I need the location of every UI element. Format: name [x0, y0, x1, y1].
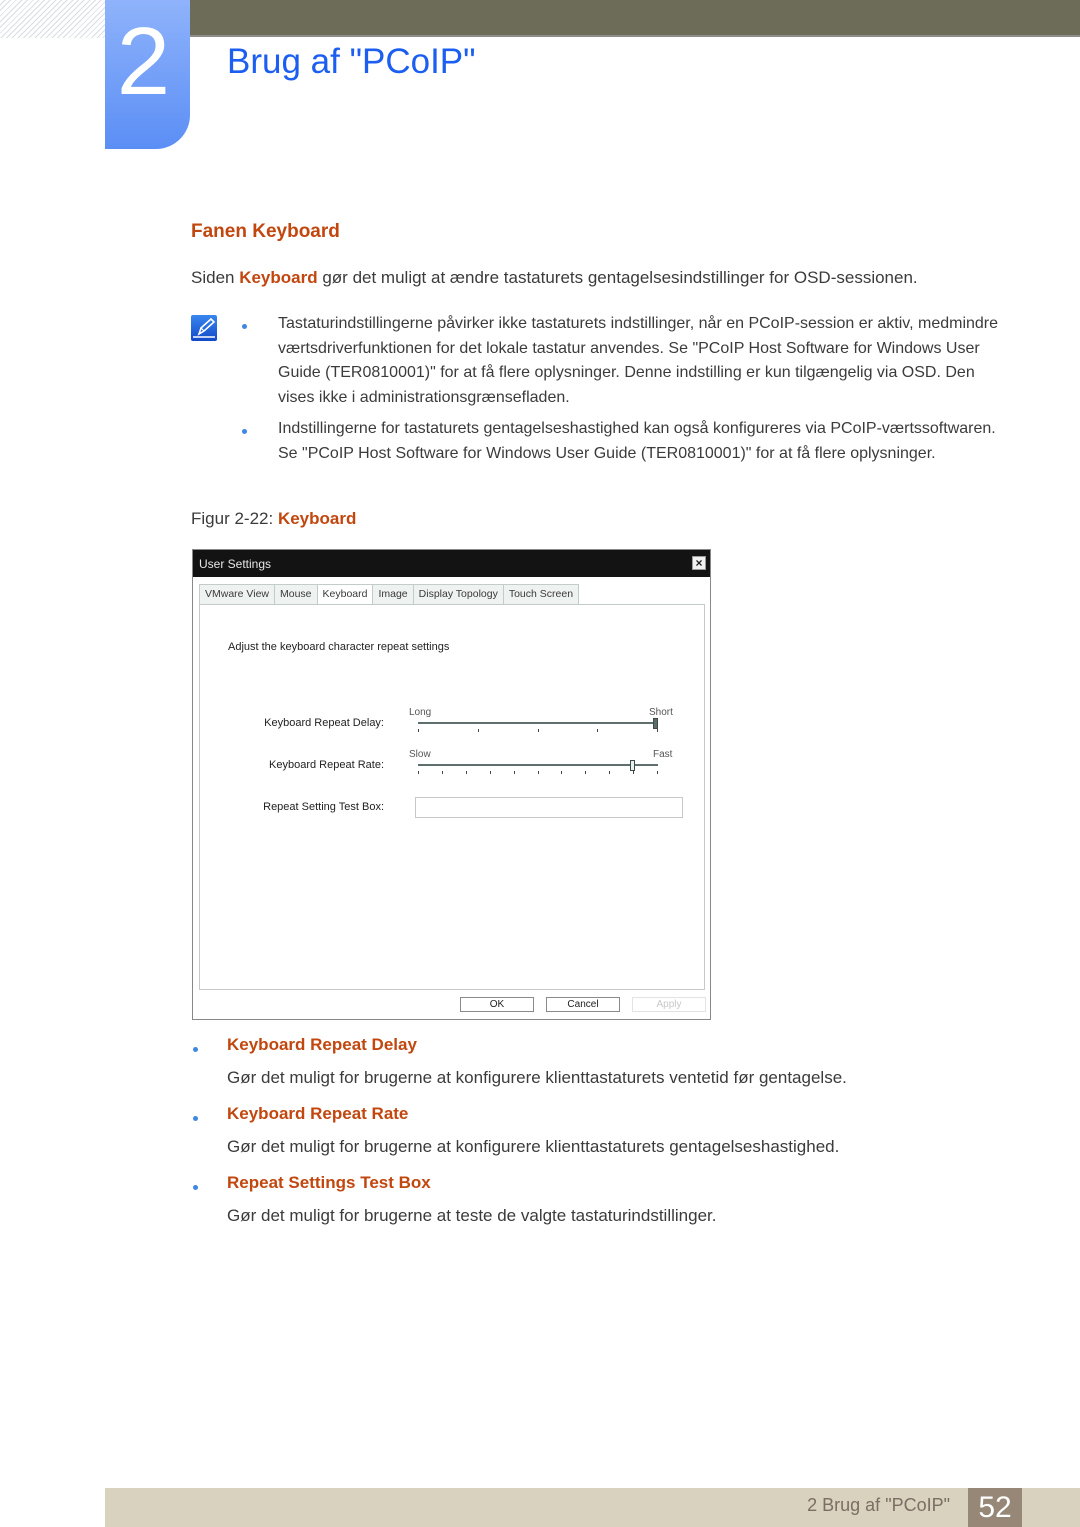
delay-slider-tick: [657, 729, 658, 732]
rate-slider-tick: [561, 771, 562, 774]
rate-slider-tick: [633, 771, 634, 774]
delay-slider-tick: [478, 729, 479, 732]
description-title: Keyboard Repeat Rate: [227, 1104, 409, 1123]
delay-slider[interactable]: [418, 718, 658, 738]
note-bullet: [242, 324, 247, 329]
panel-heading: Adjust the keyboard character repeat set…: [228, 641, 450, 653]
test-box-label: Repeat Setting Test Box:: [263, 801, 384, 813]
chapter-number: 2: [116, 8, 171, 115]
rate-label: Keyboard Repeat Rate:: [269, 759, 384, 771]
rate-slider-tick: [585, 771, 586, 774]
description-bullet: [193, 1047, 198, 1052]
header-bar: [190, 0, 1080, 37]
rate-slider-tick: [514, 771, 515, 774]
intro-highlight: Keyboard: [239, 268, 318, 287]
ok-button[interactable]: OK: [460, 997, 534, 1012]
footer-chapter-label: 2 Brug af "PCoIP": [807, 1495, 950, 1515]
rate-slider-tick: [657, 771, 658, 774]
description-text: Gør det muligt for brugerne at konfigure…: [227, 1068, 847, 1087]
section-heading: Fanen Keyboard: [191, 221, 340, 242]
figure-caption-prefix: Figur 2-22:: [191, 509, 278, 528]
delay-slider-track[interactable]: [418, 722, 658, 724]
keyboard-panel: Adjust the keyboard character repeat set…: [199, 604, 705, 990]
delay-max-label: Short: [649, 707, 673, 718]
description-title: Keyboard Repeat Delay: [227, 1035, 417, 1054]
delay-slider-tick: [418, 729, 419, 732]
tab-touch-screen[interactable]: Touch Screen: [502, 584, 580, 605]
description-text: Gør det muligt for brugerne at teste de …: [227, 1206, 717, 1225]
description-bullet: [193, 1185, 198, 1190]
description-bullet: [193, 1116, 198, 1121]
note-item: Tastaturindstillingerne påvirker ikke ta…: [278, 315, 999, 406]
note-item: Indstillingerne for tastaturets gentagel…: [278, 420, 996, 462]
chapter-tab: 2: [105, 0, 190, 149]
tab-vmware-view[interactable]: VMware View: [199, 584, 274, 605]
dialog-tabs: VMware View Mouse Keyboard Image Display…: [199, 584, 580, 605]
delay-slider-tick: [538, 729, 539, 732]
figure-caption-highlight: Keyboard: [277, 509, 357, 528]
rate-slider-tick: [609, 771, 610, 774]
intro-prefix: Siden: [191, 268, 240, 287]
rate-max-label: Fast: [653, 749, 673, 760]
intro-paragraph: Siden Keyboard gør det muligt at ændre t…: [191, 268, 918, 288]
rate-slider-tick: [418, 771, 419, 774]
note-bullet: [242, 429, 247, 434]
apply-button[interactable]: Apply: [632, 997, 706, 1012]
footer-bar: 2 Brug af "PCoIP" 52: [105, 1488, 1080, 1527]
header-hatch-decoration: [0, 0, 105, 38]
dialog-title: User Settings: [199, 557, 272, 571]
repeat-test-input[interactable]: [415, 797, 683, 818]
figure-caption: Figur 2-22: Keyboard: [191, 509, 356, 529]
rate-slider-tick: [466, 771, 467, 774]
intro-suffix: gør det muligt at ændre tastaturets gent…: [317, 268, 918, 287]
dialog-titlebar: User Settings ×: [193, 550, 710, 577]
chapter-title: Brug af "PCoIP": [227, 42, 476, 81]
rate-slider-tick: [538, 771, 539, 774]
close-icon[interactable]: ×: [692, 556, 706, 570]
rate-slider-track[interactable]: [418, 764, 658, 766]
description-text: Gør det muligt for brugerne at konfigure…: [227, 1137, 840, 1156]
rate-slider[interactable]: [418, 760, 658, 780]
cancel-button[interactable]: Cancel: [546, 997, 620, 1012]
rate-min-label: Slow: [409, 749, 431, 760]
delay-label: Keyboard Repeat Delay:: [264, 717, 384, 729]
page-number: 52: [968, 1488, 1022, 1527]
tab-mouse[interactable]: Mouse: [274, 584, 317, 605]
rate-slider-tick: [490, 771, 491, 774]
tab-image[interactable]: Image: [372, 584, 413, 605]
rate-slider-tick: [442, 771, 443, 774]
delay-slider-tick: [597, 729, 598, 732]
delay-slider-thumb[interactable]: [653, 718, 658, 729]
description-title: Repeat Settings Test Box: [227, 1173, 431, 1192]
tab-display-topology[interactable]: Display Topology: [412, 584, 503, 605]
delay-min-label: Long: [409, 707, 432, 718]
user-settings-dialog: User Settings × VMware View Mouse Keyboa…: [192, 549, 711, 1020]
rate-slider-thumb[interactable]: [630, 760, 635, 771]
tab-keyboard[interactable]: Keyboard: [316, 584, 373, 605]
note-pencil-icon: [191, 315, 217, 341]
